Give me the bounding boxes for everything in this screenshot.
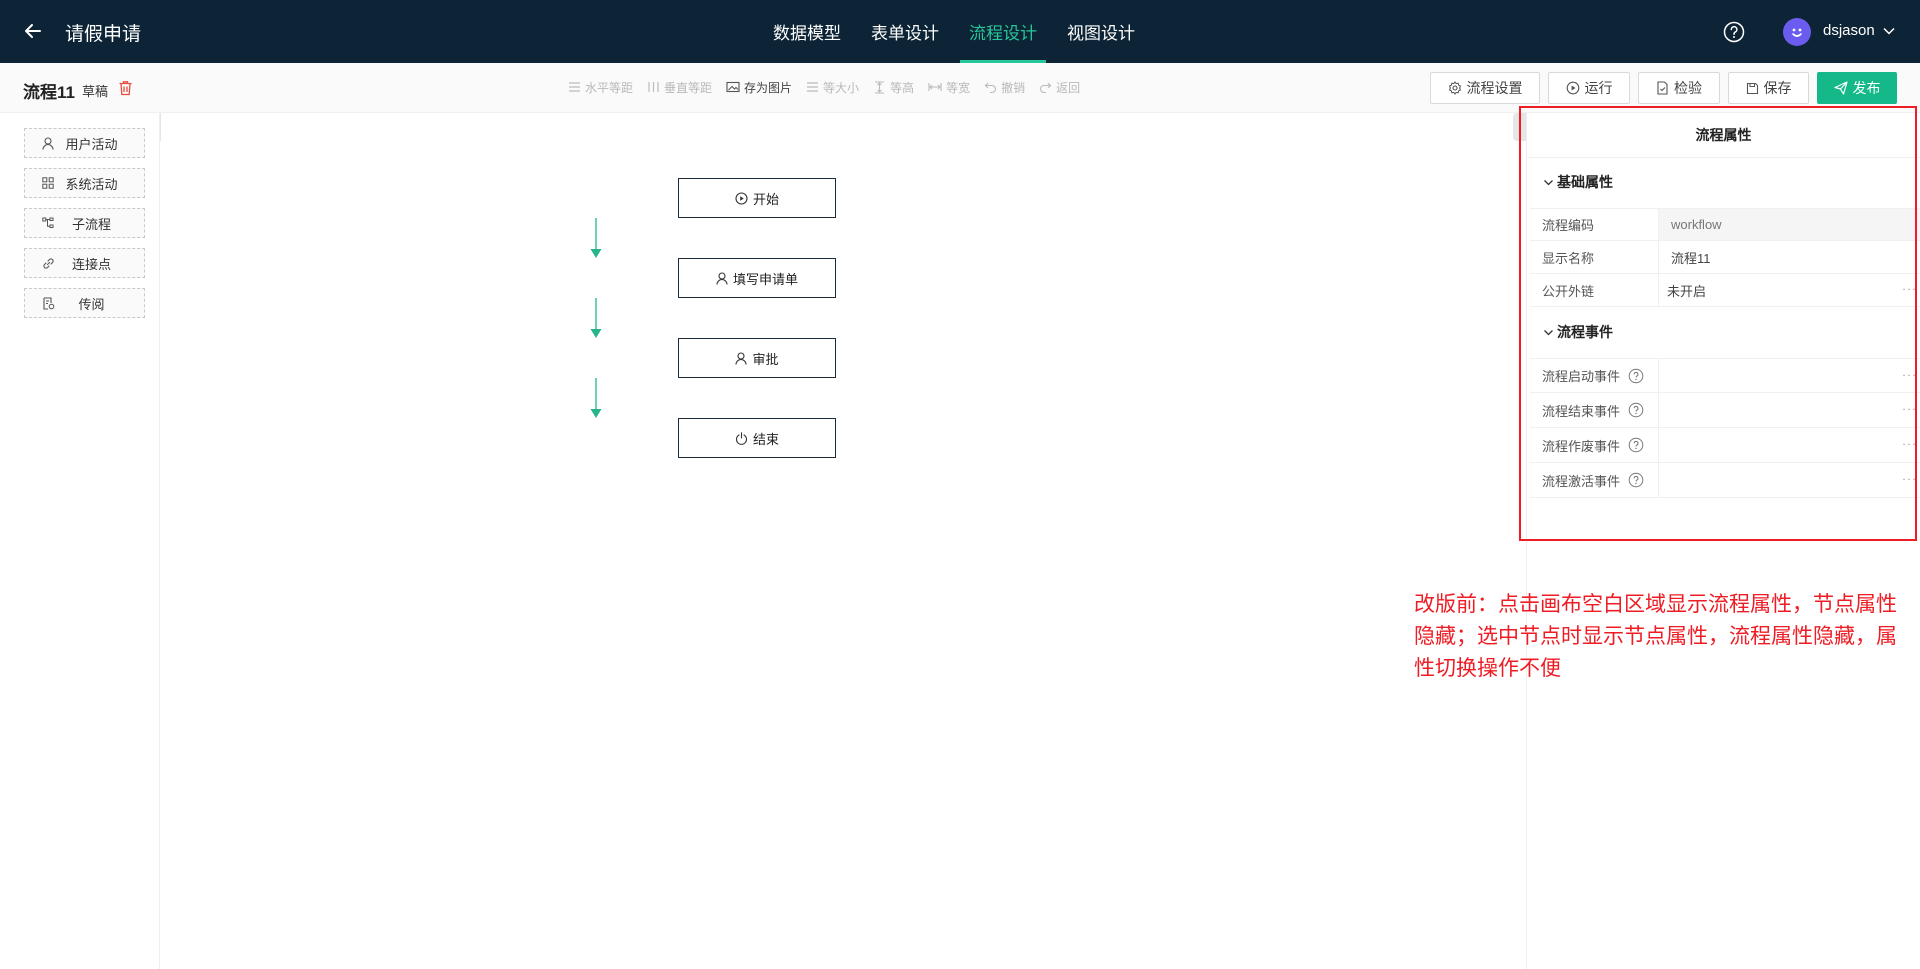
display-name-field[interactable]: 流程11 [1658, 241, 1920, 273]
section-flow-events[interactable]: 流程事件 [1543, 322, 1613, 342]
play-circle-icon [1566, 81, 1579, 95]
tool-same-height[interactable]: 等高 [873, 77, 914, 97]
palette-circulate[interactable]: 传阅 [24, 288, 145, 318]
run-button[interactable]: 运行 [1548, 72, 1630, 104]
user-icon [716, 271, 728, 285]
align-vertical-icon [648, 82, 659, 92]
prop-row-void-event: 流程作废事件 ··· [1530, 428, 1920, 463]
section-basic-properties[interactable]: 基础属性 [1543, 172, 1613, 192]
properties-collapse-handle[interactable] [1513, 113, 1526, 141]
same-size-icon [807, 82, 819, 92]
palette-user-activity[interactable]: 用户活动 [24, 128, 145, 158]
check-button[interactable]: 检验 [1638, 72, 1720, 104]
tool-same-size[interactable]: 等大小 [806, 77, 859, 97]
prop-row-display-name: 显示名称 流程11 [1530, 241, 1920, 274]
flow-name: 流程11 [23, 83, 75, 102]
prop-label: 流程激活事件 [1542, 463, 1644, 497]
more-icon[interactable]: ··· [1902, 437, 1917, 451]
back-arrow-icon[interactable] [20, 18, 46, 44]
question-circle-icon[interactable] [1628, 472, 1644, 488]
node-palette: 用户活动 系统活动 子流程 连接点 传阅 [0, 113, 160, 969]
prop-row-activate-event: 流程激活事件 ··· [1530, 463, 1920, 498]
question-circle-icon[interactable] [1628, 402, 1644, 418]
status-badge: 草稿 [82, 84, 109, 99]
help-icon[interactable] [1722, 20, 1746, 44]
void-event-field[interactable]: ··· [1658, 428, 1920, 462]
trash-icon[interactable] [118, 80, 133, 96]
prop-label: 流程编码 [1542, 218, 1595, 233]
more-icon[interactable]: ··· [1902, 472, 1917, 486]
user-icon [735, 351, 748, 365]
properties-title: 流程属性 [1527, 113, 1920, 158]
app-title: 请假申请 [65, 24, 142, 45]
tool-redo[interactable]: 返回 [1039, 77, 1080, 97]
annotation-note: 改版前：点击画布空白区域显示流程属性，节点属性隐藏；选中节点时显示节点属性，流程… [1414, 592, 1897, 680]
tool-undo[interactable]: 撤销 [984, 77, 1025, 97]
avatar[interactable] [1783, 18, 1811, 46]
tool-horizontal-distribute[interactable]: 水平等距 [568, 77, 633, 97]
palette-system-activity[interactable]: 系统活动 [24, 168, 145, 198]
more-icon[interactable]: ··· [1902, 282, 1917, 296]
palette-connector[interactable]: 连接点 [24, 248, 145, 278]
toolbar: 流程11 草稿 水平等距 垂直等距 存为图片 等大小 等高 等宽 撤销 返回 流… [0, 63, 1920, 113]
prop-row-start-event: 流程启动事件 ··· [1530, 358, 1920, 393]
save-icon [1746, 82, 1758, 94]
node-end[interactable]: 结束 [678, 418, 836, 458]
prop-label: 流程作废事件 [1542, 428, 1644, 462]
tab-data-model[interactable]: 数据模型 [764, 0, 850, 63]
palette-subprocess[interactable]: 子流程 [24, 208, 145, 238]
question-circle-icon[interactable] [1628, 437, 1644, 453]
question-circle-icon[interactable] [1628, 368, 1644, 384]
tool-same-width[interactable]: 等宽 [928, 77, 970, 97]
send-icon [1833, 81, 1848, 95]
publish-button[interactable]: 发布 [1817, 72, 1897, 104]
power-icon [735, 431, 748, 445]
save-button[interactable]: 保存 [1728, 72, 1809, 104]
end-event-field[interactable]: ··· [1658, 393, 1920, 427]
node-fill-application[interactable]: 填写申请单 [678, 258, 836, 298]
gear-icon [1448, 81, 1461, 95]
flow-code-field: workflow [1658, 209, 1920, 240]
flow-settings-button[interactable]: 流程设置 [1430, 72, 1540, 104]
play-icon [735, 191, 748, 205]
tool-vertical-distribute[interactable]: 垂直等距 [647, 77, 712, 97]
public-link-field[interactable]: 未开启 ··· [1658, 274, 1920, 306]
smiley-icon [1792, 28, 1802, 37]
prop-row-end-event: 流程结束事件 ··· [1530, 393, 1920, 428]
redo-icon [1040, 82, 1052, 93]
chevron-down-icon [1544, 179, 1553, 185]
properties-panel: 流程属性 基础属性 流程编码 workflow 显示名称 流程11 公开外链 未… [1526, 113, 1920, 969]
prop-label: 流程启动事件 [1542, 359, 1644, 392]
prop-label: 显示名称 [1542, 250, 1595, 266]
tab-process-design[interactable]: 流程设计 [960, 0, 1046, 63]
main-tabs: 数据模型 表单设计 流程设计 视图设计 [758, 0, 1150, 63]
more-icon[interactable]: ··· [1902, 402, 1917, 416]
activate-event-field[interactable]: ··· [1658, 463, 1920, 497]
start-event-field[interactable]: ··· [1658, 359, 1920, 392]
node-approval[interactable]: 审批 [678, 338, 836, 378]
top-nav-bar: 请假申请 数据模型 表单设计 流程设计 视图设计 dsjason [0, 0, 1920, 63]
flow-canvas[interactable]: 开始 填写申请单 审批 结束 [161, 113, 1526, 969]
document-check-icon [1657, 81, 1668, 95]
prop-row-flow-code: 流程编码 workflow [1530, 208, 1920, 241]
image-icon [726, 81, 740, 93]
tab-form-design[interactable]: 表单设计 [862, 0, 948, 63]
same-width-icon [928, 83, 942, 91]
prop-row-public-link: 公开外链 未开启 ··· [1530, 274, 1920, 307]
chevron-down-icon[interactable] [1882, 24, 1896, 38]
align-horizontal-icon [569, 82, 580, 92]
node-start[interactable]: 开始 [678, 178, 836, 218]
layout-tools: 水平等距 垂直等距 存为图片 等大小 等高 等宽 撤销 返回 [568, 77, 1094, 97]
tool-save-image[interactable]: 存为图片 [726, 77, 792, 97]
more-icon[interactable]: ··· [1902, 367, 1917, 381]
tab-view-design[interactable]: 视图设计 [1058, 0, 1144, 63]
prop-label: 公开外链 [1542, 283, 1595, 299]
username[interactable]: dsjason [1823, 22, 1875, 39]
undo-icon [984, 82, 997, 93]
chevron-down-icon [1544, 329, 1553, 335]
toolbar-actions: 流程设置 运行 检验 保存 发布 [1430, 72, 1905, 104]
same-height-icon [875, 80, 885, 94]
prop-label: 流程结束事件 [1542, 393, 1644, 427]
